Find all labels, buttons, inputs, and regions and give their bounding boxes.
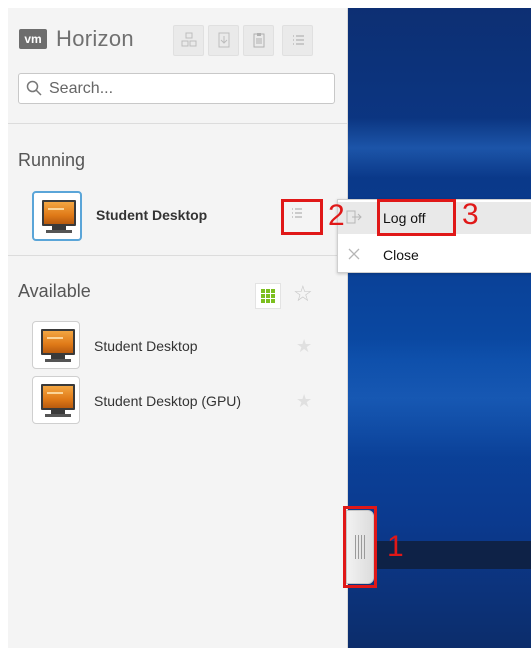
apps-icon [181, 32, 196, 47]
running-desktop-tile[interactable] [32, 191, 82, 241]
app-title: Horizon [56, 26, 134, 51]
apps-button[interactable] [173, 25, 204, 56]
desktop-icon [41, 384, 75, 410]
search-icon [26, 80, 42, 96]
running-section-title: Running [18, 150, 86, 170]
annotation-box-2 [281, 199, 323, 235]
shortcut-button[interactable] [208, 25, 239, 56]
annotation-number-1: 1 [387, 530, 404, 563]
grid-icon [261, 289, 275, 303]
available-item-label[interactable]: Student Desktop (GPU) [94, 393, 241, 409]
running-item-label[interactable]: Student Desktop [96, 207, 207, 223]
clipboard-icon [253, 33, 264, 48]
annotation-box-3 [377, 199, 456, 236]
clipboard-button[interactable] [243, 25, 274, 56]
menu-button[interactable] [282, 25, 313, 56]
available-section-title: Available [18, 281, 91, 301]
search-input[interactable] [47, 77, 331, 101]
desktop-icon [42, 200, 76, 226]
annotation-number-2: 2 [328, 199, 345, 232]
annotation-number-3: 3 [462, 198, 479, 231]
shortcut-icon [218, 32, 229, 48]
available-desktop-gpu-tile[interactable] [32, 376, 80, 424]
grid-view-button[interactable] [255, 283, 281, 309]
favorites-star-icon[interactable]: ☆ [293, 281, 313, 307]
favorite-star-icon[interactable]: ★ [296, 336, 312, 357]
divider [8, 123, 347, 124]
vm-logo: vm [19, 29, 47, 49]
list-menu-icon [292, 35, 304, 45]
available-item-label[interactable]: Student Desktop [94, 338, 198, 354]
header: vm Horizon [8, 8, 347, 56]
favorite-star-icon[interactable]: ★ [296, 391, 312, 412]
horizon-sidebar: vm Horizon Search... Running Student Des… [8, 8, 348, 648]
divider [8, 255, 347, 256]
menu-item-label: Close [383, 247, 419, 263]
search-box[interactable] [18, 73, 335, 104]
logoff-icon [346, 210, 362, 224]
desktop-icon [41, 329, 75, 355]
menu-item-close[interactable]: Close [338, 238, 531, 270]
close-icon [348, 248, 360, 260]
annotation-box-1 [343, 506, 377, 588]
available-desktop-tile[interactable] [32, 321, 80, 369]
